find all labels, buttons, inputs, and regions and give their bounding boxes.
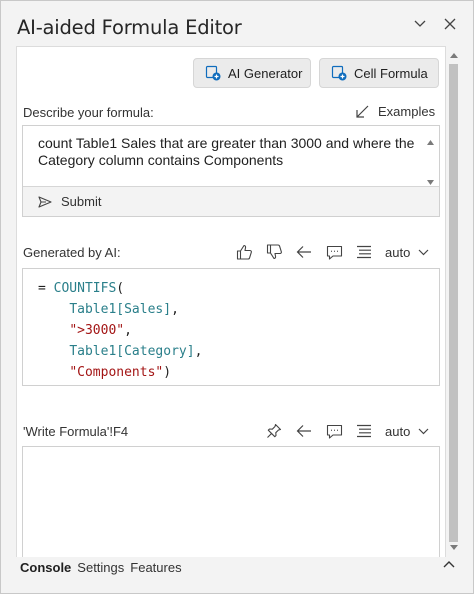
formula-indent — [38, 302, 69, 317]
target-format-select-value: auto — [385, 423, 411, 439]
align-lines-icon — [357, 245, 371, 259]
target-cell-label: 'Write Formula'!F4 — [23, 424, 129, 439]
format-select-value: auto — [385, 244, 411, 260]
formula-line: ">3000", — [38, 320, 202, 341]
submit-label: Submit — [61, 194, 102, 209]
comment-icon — [326, 424, 342, 439]
formula-token: "Components" — [69, 365, 164, 380]
align-lines-icon — [357, 424, 371, 438]
pin-button[interactable] — [265, 422, 283, 440]
ai-generator-label: AI Generator — [228, 65, 303, 81]
target-format-select[interactable]: auto — [385, 424, 429, 439]
thumbs-down-button[interactable] — [265, 243, 283, 261]
chevron-down-icon — [418, 428, 429, 435]
cell-formula-box[interactable] — [22, 446, 440, 557]
send-icon — [38, 195, 52, 208]
comment-icon — [326, 245, 342, 260]
examples-link[interactable]: Examples — [355, 104, 435, 119]
tab-features[interactable]: Features — [130, 560, 181, 575]
pane-title: AI-aided Formula Editor — [17, 16, 242, 39]
insert-formula-button[interactable] — [295, 243, 313, 261]
ai-generator-button[interactable]: AI Generator — [193, 58, 311, 88]
cell-formula-button[interactable]: Cell Formula — [319, 58, 439, 88]
new-formula-icon — [205, 65, 221, 81]
close-button[interactable] — [439, 13, 461, 35]
prompt-scroll-up-arrow[interactable] — [427, 132, 434, 150]
chevron-down-icon — [414, 20, 426, 27]
scrollbar-thumb[interactable] — [449, 64, 458, 542]
close-icon — [444, 18, 456, 30]
format-cell-formula-button[interactable] — [355, 422, 373, 440]
formula-line: = COUNTIFS( — [38, 278, 202, 299]
format-formula-button[interactable] — [355, 243, 373, 261]
formula-token: , — [194, 344, 203, 359]
prompt-text[interactable]: count Table1 Sales that are greater than… — [38, 135, 418, 169]
tab-settings[interactable]: Settings — [77, 560, 124, 575]
formula-token: , — [171, 302, 179, 317]
formula-indent — [38, 323, 69, 338]
target-toolbar: auto — [265, 422, 429, 440]
pane-options-button[interactable] — [409, 13, 431, 35]
scroll-up-arrow[interactable] — [449, 51, 458, 60]
vertical-scrollbar[interactable] — [446, 46, 461, 557]
formula-indent: = — [38, 281, 54, 296]
formula-editor-pane: AI-aided Formula Editor AI Generator Cel… — [0, 0, 474, 594]
formula-token: Table1 — [69, 344, 117, 359]
formula-indent — [38, 344, 69, 359]
cell-formula-label: Cell Formula — [354, 65, 428, 81]
thumbs-up-icon — [236, 244, 252, 260]
arrow-down-left-icon — [355, 104, 370, 119]
examples-label: Examples — [378, 104, 436, 119]
describe-formula-label: Describe your formula: — [23, 105, 154, 120]
chevron-up-icon — [443, 561, 455, 568]
formula-token: [Category] — [116, 344, 195, 359]
formula-line: Table1[Category], — [38, 341, 202, 362]
thumbs-down-icon — [266, 244, 282, 260]
formula-token: , — [124, 323, 132, 338]
scroll-down-arrow[interactable] — [449, 543, 458, 552]
format-select[interactable]: auto — [385, 245, 429, 260]
thumbs-up-button[interactable] — [235, 243, 253, 261]
formula-token: Table1 — [69, 302, 117, 317]
formula-token: ) — [163, 365, 172, 380]
explain-formula-button[interactable] — [325, 243, 343, 261]
insert-to-cell-button[interactable] — [295, 422, 313, 440]
editor-content: AI Generator Cell Formula Describe your … — [16, 46, 446, 557]
cell-formula-icon — [331, 65, 347, 81]
arrow-left-icon — [296, 425, 311, 437]
submit-button[interactable]: Submit — [23, 186, 439, 216]
formula-indent — [38, 365, 69, 380]
generated-by-ai-label: Generated by AI: — [23, 245, 121, 260]
generated-toolbar: auto — [235, 243, 429, 261]
collapse-console-button[interactable] — [443, 560, 455, 568]
title-bar: AI-aided Formula Editor — [1, 1, 474, 45]
formula-token: [Sales] — [116, 302, 172, 317]
generated-formula-box[interactable]: = COUNTIFS( Table1[Sales], ">3000", Tabl… — [22, 268, 440, 386]
formula-line: Table1[Sales], — [38, 299, 202, 320]
tab-console[interactable]: Console — [20, 560, 71, 575]
bottom-tab-bar: Console Settings Features — [16, 557, 461, 578]
explain-cell-formula-button[interactable] — [325, 422, 343, 440]
formula-token: ">3000" — [69, 323, 125, 338]
formula-line: "Components") — [38, 362, 202, 383]
formula-token: ( — [116, 281, 125, 296]
pin-icon — [267, 423, 282, 438]
prompt-input[interactable]: count Table1 Sales that are greater than… — [22, 125, 440, 217]
arrow-left-icon — [296, 246, 311, 258]
generated-formula-code[interactable]: = COUNTIFS( Table1[Sales], ">3000", Tabl… — [38, 278, 202, 383]
chevron-down-icon — [418, 249, 429, 256]
formula-token: COUNTIFS — [53, 281, 117, 296]
